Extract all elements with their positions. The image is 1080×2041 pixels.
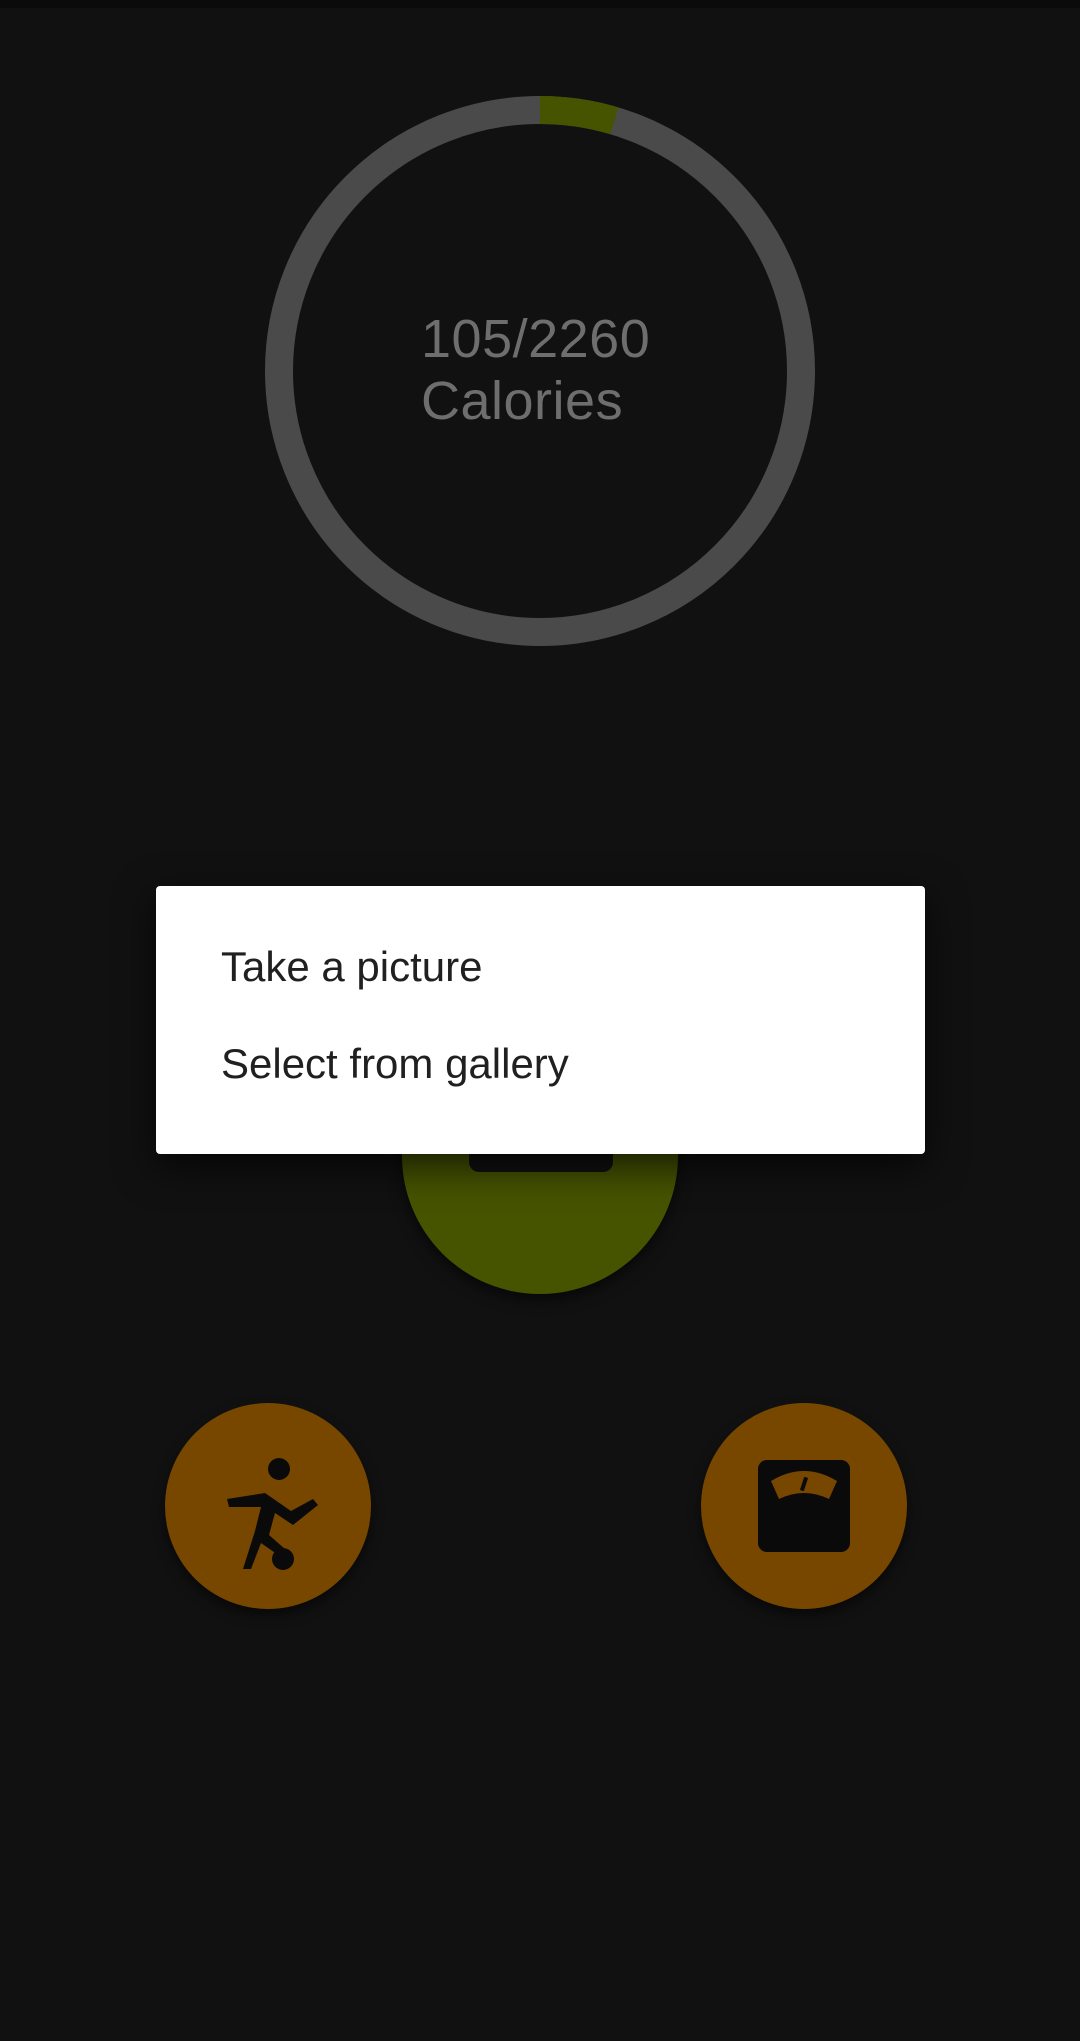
- main-screen: 105/2260 Calories Take a picture Select …: [0, 0, 1080, 2041]
- soccer-player-icon: [227, 1458, 318, 1570]
- calorie-unit-label: Calories: [421, 371, 624, 431]
- select-from-gallery-option[interactable]: Select from gallery: [221, 1039, 569, 1089]
- log-exercise-button[interactable]: [165, 1403, 371, 1609]
- calorie-count: 105/2260: [421, 309, 651, 369]
- image-source-dialog: Take a picture Select from gallery: [156, 886, 925, 1154]
- log-weight-button[interactable]: [701, 1403, 907, 1609]
- scale-icon: [758, 1460, 850, 1552]
- status-bar: [0, 0, 1080, 8]
- calorie-summary: 105/2260 Calories: [421, 308, 650, 432]
- take-picture-option[interactable]: Take a picture: [221, 942, 482, 992]
